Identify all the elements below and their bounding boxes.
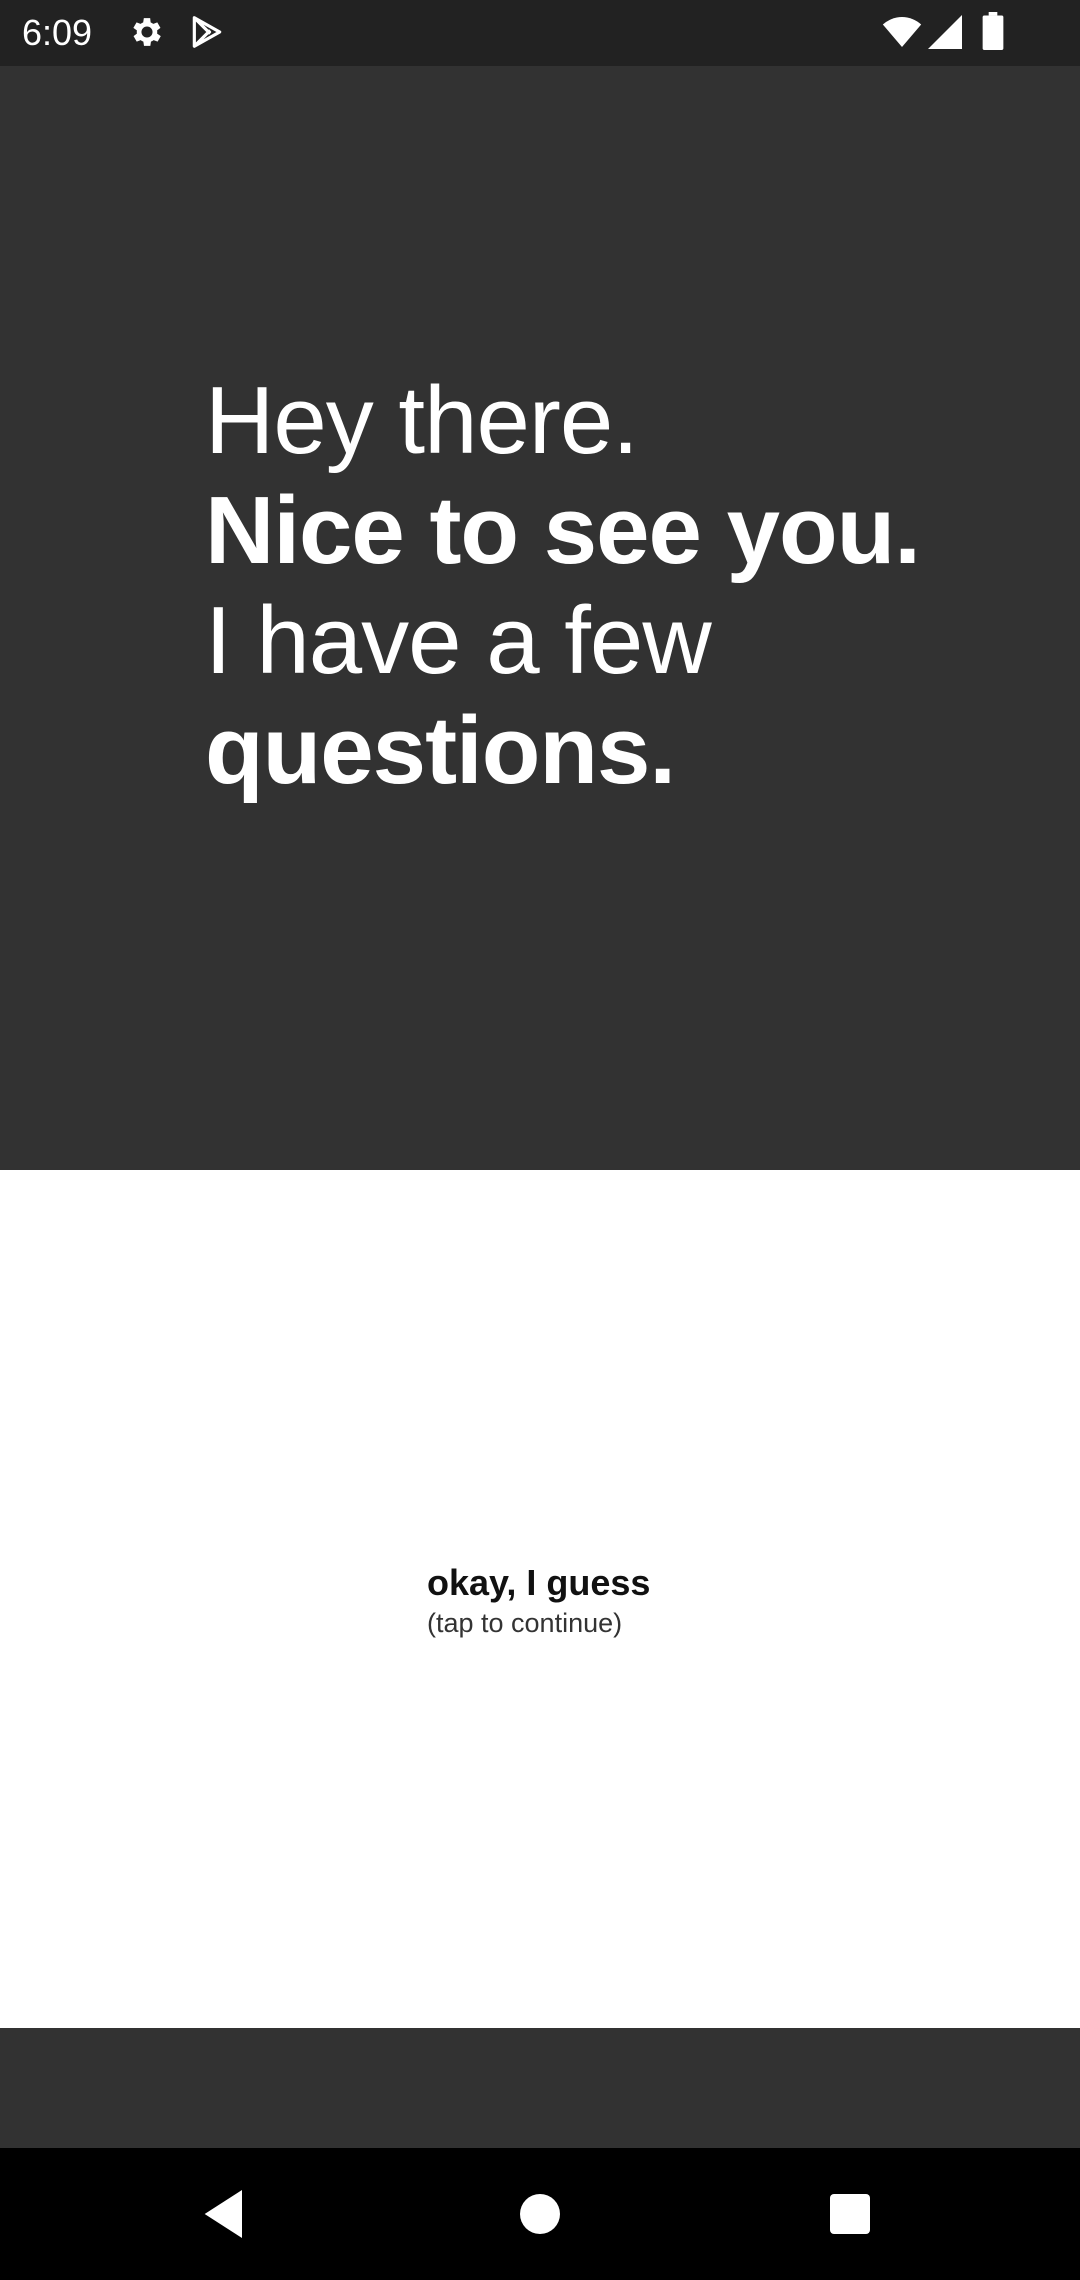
recents-icon[interactable] xyxy=(818,2182,882,2246)
back-icon[interactable] xyxy=(194,2182,258,2246)
wifi-icon xyxy=(882,15,922,49)
navigation-bar xyxy=(0,2148,1080,2280)
status-bar: 6:09 xyxy=(0,0,1080,66)
intro-line-few: I have a few xyxy=(205,587,712,694)
intro-message: Hey there. Nice to see you. I have a few… xyxy=(205,366,1005,806)
continue-hint: (tap to continue) xyxy=(427,1608,623,1638)
continue-label: okay, I guess xyxy=(427,1562,651,1603)
intro-section: Hey there. Nice to see you. I have a few… xyxy=(0,66,1080,1170)
status-time: 6:09 xyxy=(22,12,93,53)
bottom-strip xyxy=(0,2028,1080,2148)
screen: 6:09 Hey there. Nice to see you. I have … xyxy=(0,0,1080,2280)
intro-line-greeting: Hey there. xyxy=(205,367,639,474)
battery-icon xyxy=(982,12,1004,50)
intro-line-nice: Nice to see you. xyxy=(205,477,921,584)
continue-button[interactable]: okay, I guess (tap to continue) xyxy=(0,1170,1080,2028)
signal-icon xyxy=(928,15,962,49)
gear-icon xyxy=(128,13,166,51)
home-icon[interactable] xyxy=(508,2182,572,2246)
play-store-icon xyxy=(188,13,226,51)
intro-line-questions: questions. xyxy=(205,697,676,804)
